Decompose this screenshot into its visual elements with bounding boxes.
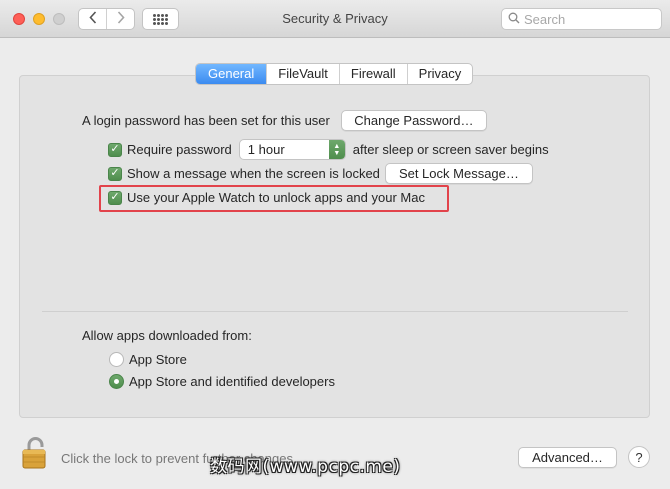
advanced-button[interactable]: Advanced… — [518, 447, 617, 468]
require-password-delay-select[interactable]: 1 hour ▲ ▼ — [238, 139, 346, 160]
chevron-left-icon — [88, 10, 97, 28]
zoom-window-button[interactable] — [53, 13, 65, 25]
show-message-label: Show a message when the screen is locked — [127, 166, 380, 181]
require-password-label: Require password — [127, 142, 232, 157]
forward-button[interactable] — [106, 9, 134, 29]
login-password-row: A login password has been set for this u… — [82, 110, 487, 131]
tab-bar: General FileVault Firewall Privacy — [195, 63, 474, 85]
radio-identified-developers[interactable] — [109, 374, 124, 389]
require-password-row: ✓ Require password 1 hour ▲ ▼ after sleep… — [108, 139, 549, 160]
lock-icon[interactable] — [20, 436, 54, 470]
allow-apps-label: Allow apps downloaded from: — [82, 328, 252, 343]
apple-watch-checkbox[interactable]: ✓ — [108, 190, 122, 205]
search-input[interactable] — [524, 11, 654, 27]
title-bar: Security & Privacy — [0, 0, 670, 38]
tab-filevault[interactable]: FileVault — [266, 64, 339, 84]
show-message-checkbox[interactable]: ✓ — [108, 166, 122, 181]
radio-app-store-row[interactable]: App Store — [109, 352, 187, 367]
allow-apps-heading-row: Allow apps downloaded from: — [82, 328, 252, 343]
close-window-button[interactable] — [13, 13, 25, 25]
watermark-text: 数码网(www.pcpc.me) — [210, 457, 401, 477]
search-icon — [508, 12, 520, 27]
show-message-row: ✓ Show a message when the screen is lock… — [108, 163, 533, 184]
apple-watch-label: Use your Apple Watch to unlock apps and … — [127, 190, 425, 205]
login-password-text: A login password has been set for this u… — [82, 113, 330, 128]
radio-app-store-label: App Store — [129, 352, 187, 367]
tab-firewall[interactable]: Firewall — [338, 64, 407, 84]
require-password-checkbox[interactable]: ✓ — [108, 142, 122, 157]
stepper-arrows-icon: ▲ ▼ — [328, 140, 345, 159]
apple-watch-row: ✓ Use your Apple Watch to unlock apps an… — [108, 190, 425, 205]
set-lock-message-button[interactable]: Set Lock Message… — [384, 163, 533, 184]
require-password-delay-value: 1 hour — [247, 142, 285, 157]
require-password-suffix: after sleep or screen saver begins — [352, 142, 549, 157]
help-button[interactable]: ? — [628, 446, 650, 468]
chevron-right-icon — [117, 10, 125, 28]
navigation-buttons — [78, 8, 135, 30]
tab-privacy[interactable]: Privacy — [406, 64, 473, 84]
change-password-button[interactable]: Change Password… — [340, 110, 487, 131]
minimize-window-button[interactable] — [33, 13, 45, 25]
section-divider — [42, 311, 628, 312]
search-field[interactable] — [501, 8, 662, 30]
radio-app-store[interactable] — [109, 352, 124, 367]
radio-identified-developers-row[interactable]: App Store and identified developers — [109, 374, 335, 389]
back-button[interactable] — [79, 9, 106, 29]
radio-identified-developers-label: App Store and identified developers — [129, 374, 335, 389]
show-all-button[interactable] — [142, 8, 179, 30]
grid-icon — [153, 13, 168, 25]
tab-general[interactable]: General — [196, 64, 267, 84]
